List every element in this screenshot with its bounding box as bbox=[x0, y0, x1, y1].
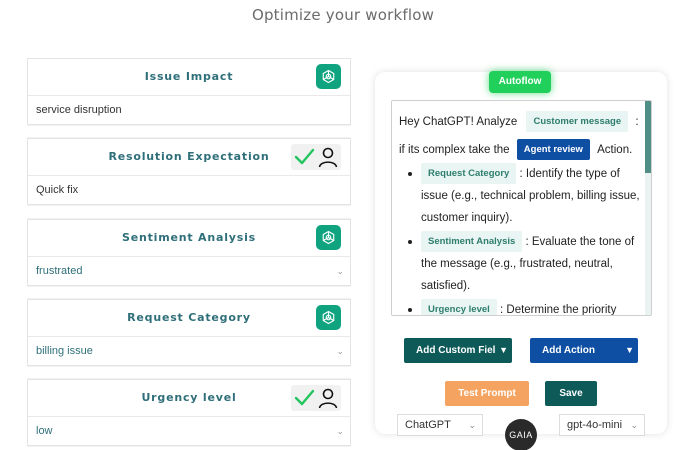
check-icon bbox=[294, 389, 315, 406]
prompt-bullet-list: Request Category : Identify the type of … bbox=[399, 163, 643, 316]
request-category-select[interactable]: billing issue ⌄ bbox=[28, 337, 350, 365]
chevron-down-icon: ▼ bbox=[622, 338, 634, 363]
person-icon bbox=[318, 147, 338, 168]
bullet-text: : Determine the priority bbox=[500, 304, 617, 316]
chevron-down-icon: ▼ bbox=[496, 338, 508, 363]
save-button[interactable]: Save bbox=[545, 381, 597, 406]
button-label: Add Custom Field bbox=[416, 345, 502, 356]
check-icon bbox=[294, 148, 315, 165]
chip-agent-review[interactable]: Agent review bbox=[516, 139, 590, 161]
field-header: Request Category bbox=[28, 300, 350, 337]
field-list: Issue Impact service disruption Resoluti… bbox=[27, 58, 351, 450]
model-select[interactable]: gpt-4o-mini ⌄ bbox=[559, 414, 645, 436]
prompt-line: Hey ChatGPT! Analyze Customer message : bbox=[399, 111, 643, 133]
add-custom-field-button[interactable]: Add Custom Field ▼ bbox=[404, 338, 512, 363]
field-card-request-category: Request Category billing issue ⌄ bbox=[27, 299, 351, 366]
field-label: Request Category bbox=[127, 311, 251, 324]
scrollbar-track[interactable] bbox=[645, 101, 651, 315]
chevron-down-icon: ⌄ bbox=[336, 426, 344, 436]
chatgpt-icon[interactable] bbox=[316, 305, 341, 330]
field-card-resolution-expectation: Resolution Expectation Quick fix bbox=[27, 138, 351, 205]
list-item: Sentiment Analysis : Evaluate the tone o… bbox=[408, 231, 643, 297]
provider-select[interactable]: ChatGPT ⌄ bbox=[397, 414, 483, 436]
person-icon bbox=[318, 388, 338, 409]
chatgpt-icon[interactable] bbox=[316, 225, 341, 250]
prompt-text-segment: if its complex take the bbox=[399, 144, 510, 156]
autoflow-button[interactable]: Autoflow bbox=[489, 71, 551, 93]
selected-value: gpt-4o-mini bbox=[567, 419, 623, 431]
chevron-down-icon: ⌄ bbox=[336, 266, 344, 276]
selected-value: low bbox=[36, 425, 53, 437]
chip-sentiment-analysis[interactable]: Sentiment Analysis bbox=[421, 231, 523, 253]
prompt-text: Hey ChatGPT! Analyze Customer message : … bbox=[399, 111, 643, 316]
prompt-text-segment: Hey ChatGPT! Analyze bbox=[399, 116, 518, 128]
chevron-down-icon: ⌄ bbox=[468, 420, 476, 430]
scrollbar-thumb[interactable] bbox=[645, 101, 651, 173]
chip-request-category[interactable]: Request Category bbox=[421, 163, 517, 185]
human-review-toggle[interactable] bbox=[291, 385, 341, 411]
prompt-text-segment: : bbox=[635, 116, 639, 128]
add-action-button[interactable]: Add Action ▼ bbox=[530, 338, 638, 363]
prompt-line: if its complex take the Agent review Act… bbox=[399, 139, 643, 161]
chatgpt-icon[interactable] bbox=[316, 64, 341, 89]
page-title: Optimize your workflow bbox=[251, 6, 435, 24]
field-label: Sentiment Analysis bbox=[121, 231, 257, 244]
selected-value: billing issue bbox=[36, 345, 93, 357]
prompt-editor[interactable]: Hey ChatGPT! Analyze Customer message : … bbox=[391, 100, 652, 316]
list-item: Urgency level : Determine the priority bbox=[408, 299, 643, 316]
field-header: Urgency level bbox=[28, 380, 350, 417]
test-prompt-button[interactable]: Test Prompt bbox=[445, 381, 529, 406]
sentiment-analysis-select[interactable]: frustrated ⌄ bbox=[28, 257, 350, 285]
chevron-down-icon: ⌄ bbox=[336, 346, 344, 356]
prompt-panel: Autoflow Hey ChatGPT! Analyze Customer m… bbox=[375, 71, 667, 434]
button-label: Add Action bbox=[542, 345, 595, 356]
field-card-sentiment-analysis: Sentiment Analysis frustrated ⌄ bbox=[27, 219, 351, 286]
chip-customer-message[interactable]: Customer message bbox=[526, 111, 629, 133]
prompt-text-segment: Action. bbox=[597, 144, 633, 156]
selected-value: ChatGPT bbox=[405, 419, 451, 431]
field-label: Issue Impact bbox=[144, 70, 234, 83]
urgency-level-select[interactable]: low ⌄ bbox=[28, 417, 350, 445]
list-item: Request Category : Identify the type of … bbox=[408, 163, 643, 229]
gaia-logo: GAIA bbox=[505, 419, 537, 450]
chevron-down-icon: ⌄ bbox=[630, 420, 638, 430]
field-header: Sentiment Analysis bbox=[28, 220, 350, 257]
field-header: Issue Impact bbox=[28, 59, 350, 96]
field-card-issue-impact: Issue Impact service disruption bbox=[27, 58, 351, 125]
field-header: Resolution Expectation bbox=[28, 139, 350, 176]
page: Optimize your workflow Issue Impact serv… bbox=[0, 0, 686, 450]
chip-urgency-level[interactable]: Urgency level bbox=[421, 299, 497, 315]
human-review-toggle[interactable] bbox=[291, 144, 341, 170]
selected-value: frustrated bbox=[36, 265, 83, 277]
issue-impact-input[interactable]: service disruption bbox=[28, 96, 350, 124]
field-card-urgency-level: Urgency level low ⌄ bbox=[27, 379, 351, 446]
resolution-expectation-input[interactable]: Quick fix bbox=[28, 176, 350, 204]
